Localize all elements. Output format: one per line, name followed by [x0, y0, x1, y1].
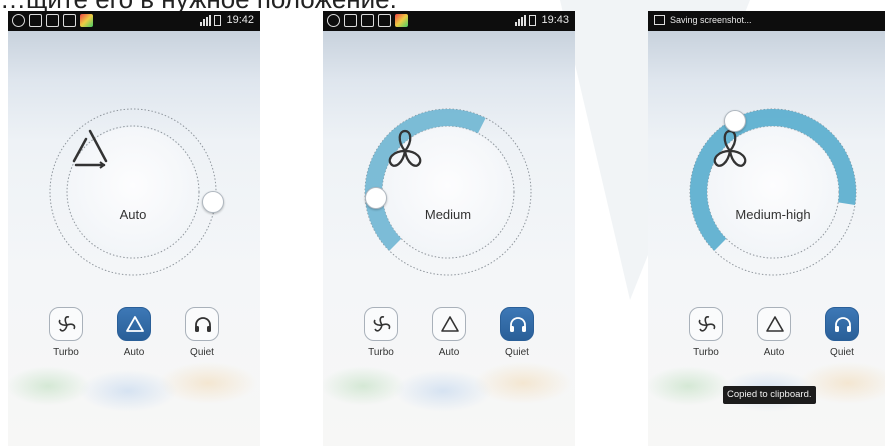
dial-knob[interactable] — [202, 191, 224, 213]
turbo-button[interactable] — [364, 307, 398, 341]
status-bar: 19:43 — [323, 11, 575, 31]
speed-dial[interactable]: Medium — [363, 107, 533, 277]
turbo-button[interactable] — [689, 307, 723, 341]
auto-button[interactable] — [757, 307, 791, 341]
turbo-button[interactable] — [49, 307, 83, 341]
status-bar: Saving screenshot... — [648, 11, 885, 31]
dial-knob[interactable] — [724, 110, 746, 132]
mode-label: Turbo — [368, 347, 394, 358]
mode-turbo[interactable]: Turbo — [361, 307, 401, 358]
headphones-icon — [510, 317, 526, 332]
headphones-icon — [835, 317, 851, 332]
dial-center: Medium — [383, 127, 513, 257]
signal-icon — [200, 14, 212, 26]
usb-icon — [344, 14, 357, 27]
battery-icon — [529, 14, 537, 26]
dial-mode-label: Medium — [424, 207, 472, 222]
dial-center: Medium-high — [708, 127, 838, 257]
mode-label: Quiet — [505, 347, 529, 358]
phone-screen-3: Saving screenshot... Medium-high Turbo A… — [648, 11, 885, 446]
auto-triangle-icon — [72, 129, 108, 169]
app-icon — [395, 14, 408, 27]
mode-quiet[interactable]: Quiet — [822, 307, 862, 358]
fan-icon — [373, 316, 391, 332]
mode-turbo[interactable]: Turbo — [686, 307, 726, 358]
fan-icon — [58, 316, 76, 332]
mode-auto[interactable]: Auto — [429, 307, 469, 358]
dial-knob[interactable] — [365, 187, 387, 209]
speed-dial[interactable]: Medium-high — [688, 107, 858, 277]
phone-screen-1: 19:42 Auto Turbo Auto Quiet — [8, 11, 260, 446]
auto-triangle-icon — [126, 316, 144, 332]
battery-icon — [214, 14, 222, 26]
mode-quiet[interactable]: Quiet — [182, 307, 222, 358]
usb-icon — [29, 14, 42, 27]
status-notification: Saving screenshot... — [670, 15, 752, 25]
clipboard-toast: Copied to clipboard. — [723, 386, 816, 404]
sync-icon — [327, 14, 340, 27]
mode-label: Quiet — [190, 347, 214, 358]
mode-buttons: Turbo Auto Quiet — [676, 307, 872, 367]
mode-buttons: Turbo Auto Quiet — [351, 307, 547, 367]
screenshot-icon — [654, 15, 665, 25]
speed-dial[interactable]: Auto — [48, 107, 224, 277]
quiet-button[interactable] — [185, 307, 219, 341]
signal-icon — [515, 14, 527, 26]
mode-label: Quiet — [830, 347, 854, 358]
mode-auto[interactable]: Auto — [114, 307, 154, 358]
fan-icon — [698, 316, 716, 332]
fan-icon — [388, 129, 422, 167]
mode-label: Auto — [123, 347, 145, 358]
mode-label: Turbo — [53, 347, 79, 358]
auto-button[interactable] — [117, 307, 151, 341]
mode-turbo[interactable]: Turbo — [46, 307, 86, 358]
headphones-icon — [195, 317, 211, 332]
screenshot-icon — [361, 14, 374, 27]
auto-button[interactable] — [432, 307, 466, 341]
phone-screen-2: 19:43 Medium Turbo Auto Quiet — [323, 11, 575, 446]
mode-label: Auto — [763, 347, 785, 358]
mode-label: Turbo — [693, 347, 719, 358]
quiet-button[interactable] — [500, 307, 534, 341]
status-bar: 19:42 — [8, 11, 260, 31]
status-time: 19:43 — [541, 14, 569, 26]
status-time: 19:42 — [226, 14, 254, 26]
mode-label: Auto — [438, 347, 460, 358]
mode-quiet[interactable]: Quiet — [497, 307, 537, 358]
mode-auto[interactable]: Auto — [754, 307, 794, 358]
screenshot-icon — [46, 14, 59, 27]
quiet-button[interactable] — [825, 307, 859, 341]
auto-triangle-icon — [766, 316, 784, 332]
app-icon — [80, 14, 93, 27]
dial-center: Auto — [68, 127, 198, 257]
fan-icon — [713, 129, 747, 167]
picture-icon — [378, 14, 391, 27]
dial-mode-label: Auto — [119, 207, 147, 222]
auto-triangle-icon — [441, 316, 459, 332]
sync-icon — [12, 14, 25, 27]
dial-mode-label: Medium-high — [735, 207, 811, 222]
picture-icon — [63, 14, 76, 27]
mode-buttons: Turbo Auto Quiet — [36, 307, 232, 367]
